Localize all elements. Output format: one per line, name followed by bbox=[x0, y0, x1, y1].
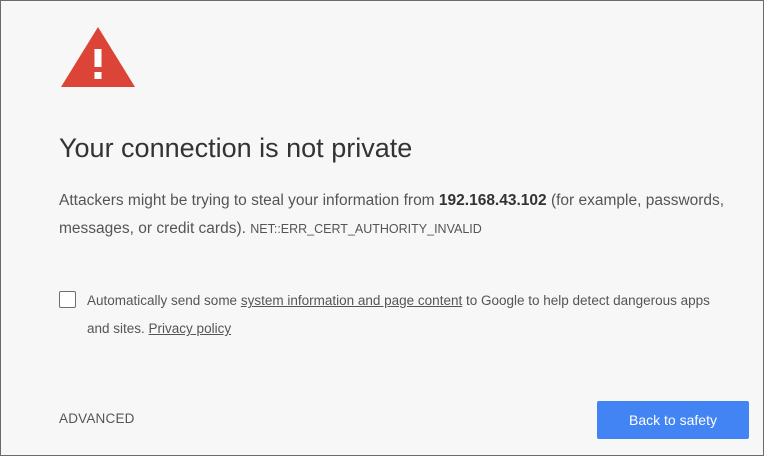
advanced-button[interactable]: ADVANCED bbox=[59, 411, 135, 426]
system-info-link[interactable]: system information and page content bbox=[241, 293, 462, 308]
page-title: Your connection is not private bbox=[59, 133, 413, 163]
interstitial-page: Your connection is not private Attackers… bbox=[0, 0, 764, 456]
optin-text-before: Automatically send some bbox=[87, 293, 241, 308]
host-address: 192.168.43.102 bbox=[438, 192, 547, 209]
optin-label: Automatically send some system informati… bbox=[87, 287, 727, 343]
error-message: Attackers might be trying to steal your … bbox=[59, 187, 749, 243]
warning-icon bbox=[61, 27, 135, 87]
error-code: NET::ERR_CERT_AUTHORITY_INVALID bbox=[250, 222, 482, 236]
back-to-safety-button[interactable]: Back to safety bbox=[597, 401, 749, 439]
send-info-checkbox[interactable] bbox=[59, 291, 76, 308]
message-text-before: Attackers might be trying to steal your … bbox=[59, 192, 439, 209]
privacy-policy-link[interactable]: Privacy policy bbox=[149, 321, 232, 336]
